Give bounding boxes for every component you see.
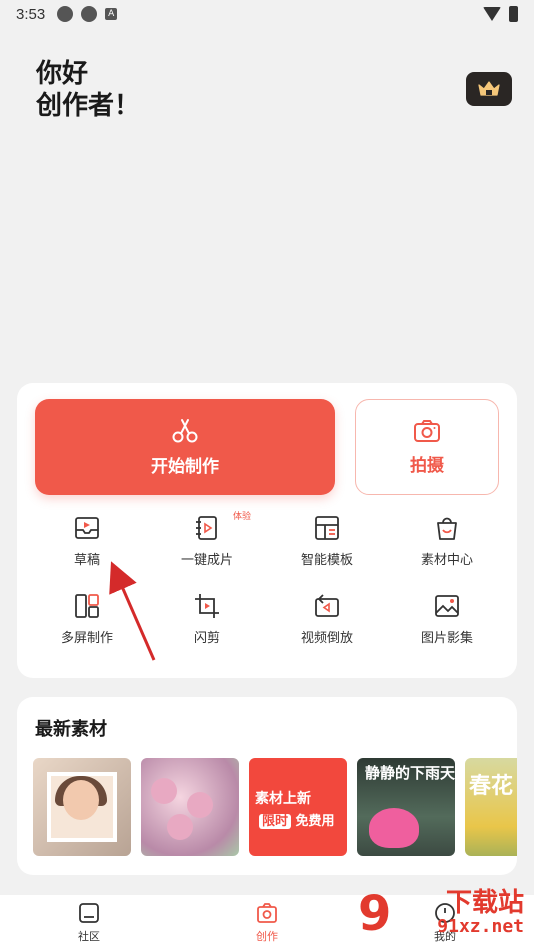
- material-thumbnail[interactable]: 素材上新 限时 免费用: [249, 758, 347, 856]
- greeting-line-2: 创作者！: [36, 91, 141, 121]
- nav-community[interactable]: 社区: [0, 895, 178, 950]
- tool-label: 图片影集: [420, 631, 473, 646]
- tool-label: 智能模板: [300, 553, 353, 568]
- battery-icon: [509, 6, 518, 22]
- watermark-brand: 下载站: [445, 888, 524, 918]
- thumbnail-text: 春花: [469, 774, 514, 799]
- status-time: 3:53: [16, 5, 46, 23]
- shoot-button[interactable]: 拍摄: [355, 399, 499, 495]
- tool-label: 素材中心: [420, 553, 473, 568]
- camera-icon: [414, 419, 440, 442]
- blossom: [187, 792, 213, 818]
- tool-grid: 草稿 体验 一键成片 智能模板 素材中心 多屏制作 闪剪 视频倒放 图片影集: [27, 512, 507, 647]
- watermark-mark: 9: [358, 886, 392, 942]
- materials-list: 素材上新 限时 免费用 静静的下雨天 春花: [33, 758, 517, 856]
- scissors-icon: [172, 418, 198, 442]
- material-thumbnail[interactable]: [141, 758, 239, 856]
- section-title: 最新素材: [35, 719, 107, 740]
- latest-materials-section: 最新素材 素材上新 限时 免费用 静静的下雨天 春花: [17, 697, 517, 875]
- tool-video-reverse[interactable]: 视频倒放: [267, 591, 387, 647]
- tool-draft[interactable]: 草稿: [27, 513, 147, 569]
- watermark-logo: 9 下载站 91xz.net: [358, 882, 528, 946]
- photo-album-icon: [432, 591, 462, 621]
- greeting-heading: 你好 创作者！: [36, 58, 140, 122]
- one-click-video-icon: [192, 513, 222, 543]
- start-creating-label: 开始制作: [151, 456, 219, 477]
- app-notification-icon: A: [105, 8, 118, 20]
- creation-panel: 开始制作 拍摄 草稿 体验 一键成片 智能模板 素材中心 多屏制作 闪剪 视频倒…: [17, 383, 517, 678]
- template-icon: [312, 513, 342, 543]
- thumbnail-text-2: 限时 免费用: [259, 810, 335, 829]
- tool-label: 一键成片: [180, 553, 233, 568]
- vip-button[interactable]: [466, 72, 512, 106]
- tool-material-center[interactable]: 素材中心: [387, 513, 507, 569]
- blossom: [167, 814, 193, 840]
- tool-photo-album[interactable]: 图片影集: [387, 591, 507, 647]
- wifi-icon: [483, 7, 501, 21]
- material-bag-icon: [432, 513, 462, 543]
- tool-quick-cut[interactable]: 闪剪: [147, 591, 267, 647]
- material-thumbnail[interactable]: 静静的下雨天: [357, 758, 455, 856]
- tool-label: 多屏制作: [60, 631, 113, 646]
- quick-cut-icon: [192, 591, 222, 621]
- draft-icon: [72, 513, 102, 543]
- tool-smart-template[interactable]: 智能模板: [267, 513, 387, 569]
- tool-label: 草稿: [73, 553, 100, 568]
- multi-screen-icon: [72, 591, 102, 621]
- umbrella-image: [369, 808, 419, 848]
- notification-icon: [81, 6, 98, 22]
- material-thumbnail[interactable]: [33, 758, 131, 856]
- tool-one-click-video[interactable]: 体验 一键成片: [147, 512, 267, 569]
- tool-label: 闪剪: [193, 631, 220, 646]
- portrait-face: [63, 780, 99, 820]
- start-creating-button[interactable]: 开始制作: [35, 399, 335, 495]
- crown-icon: [478, 81, 500, 96]
- nav-label: 社区: [78, 930, 100, 943]
- watermark-domain: 91xz.net: [437, 916, 524, 937]
- greeting-line-1: 你好: [36, 59, 89, 89]
- thumbnail-text: 素材上新: [255, 791, 311, 807]
- status-bar: 3:53 A: [0, 0, 534, 28]
- trial-badge: 体验: [232, 512, 251, 522]
- notification-icon: [57, 6, 74, 22]
- thumbnail-subtext: 免费用: [295, 814, 335, 829]
- community-icon: [77, 901, 101, 925]
- material-thumbnail[interactable]: 春花: [465, 758, 517, 856]
- nav-create[interactable]: 创作: [178, 895, 356, 950]
- tool-multi-screen[interactable]: 多屏制作: [27, 591, 147, 647]
- tool-label: 视频倒放: [300, 631, 353, 646]
- reverse-icon: [312, 591, 342, 621]
- create-icon: [255, 901, 279, 925]
- blossom: [151, 778, 177, 804]
- highlight-text: 限时: [259, 814, 292, 829]
- shoot-label: 拍摄: [410, 455, 444, 476]
- thumbnail-text: 静静的下雨天: [365, 764, 455, 782]
- nav-label: 创作: [256, 930, 278, 943]
